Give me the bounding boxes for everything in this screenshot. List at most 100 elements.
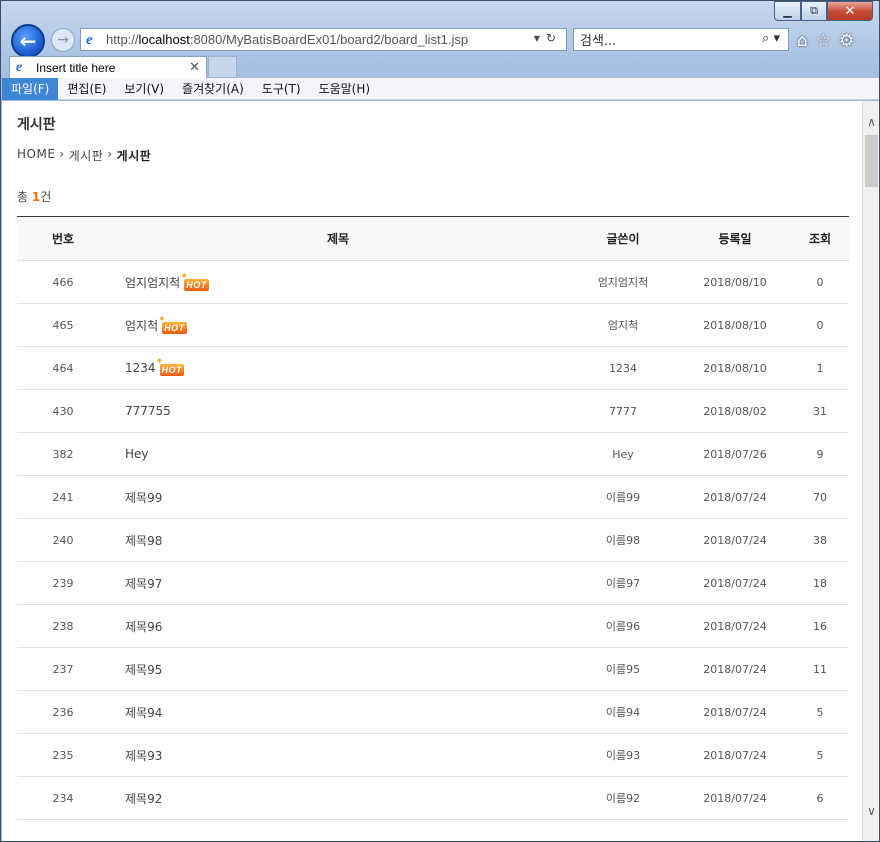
row-subject-link[interactable]: 제목95 [125,663,162,677]
menu-view[interactable]: 보기(V) [115,78,173,100]
row-writer-cell: Hey [567,432,679,476]
row-hits: 9 [816,447,824,461]
ie-logo-icon: e [86,31,93,48]
row-subject-link[interactable]: 1234 [125,361,156,375]
row-subject-link[interactable]: 777755 [125,404,171,418]
row-date-cell: 2018/08/10 [679,260,791,304]
row-number: 464 [52,361,74,375]
scroll-down-icon[interactable]: ∨ [863,804,879,821]
table-row[interactable]: 240 제목98 이름98 2018/07/24 38 [17,518,849,562]
row-date-cell: 2018/07/24 [679,518,791,562]
dropdown-icon[interactable]: ▾ [534,31,546,45]
row-subject-link-cell[interactable]: 1234HOT [109,346,567,390]
refresh-icon[interactable]: ↻ [546,31,562,45]
row-date: 2018/07/24 [703,619,767,633]
breadcrumb-board[interactable]: 게시판 [69,147,104,164]
row-subject-link-cell[interactable]: 제목94 [109,690,567,734]
row-date: 2018/07/24 [703,662,767,676]
row-hits-cell: 9 [791,432,849,476]
menu-tools[interactable]: 도구(T) [253,78,310,100]
address-prefix: http:// [106,32,139,47]
row-subject-link[interactable]: Hey [125,447,149,461]
row-date: 2018/07/24 [703,791,767,805]
menu-edit[interactable]: 편집(E) [58,78,115,100]
forward-button[interactable]: → [51,28,75,52]
row-number-cell: 236 [17,690,109,734]
maximize-button[interactable]: ⧉ [801,1,827,21]
table-row[interactable]: 236 제목94 이름94 2018/07/24 5 [17,690,849,734]
row-writer: 이름94 [605,706,641,719]
scroll-thumb[interactable] [865,135,878,187]
address-bar[interactable]: e http://localhost:8080/MyBatisBoardEx01… [80,28,567,51]
row-writer-cell: 이름92 [567,776,679,820]
row-hits-cell: 5 [791,690,849,734]
row-date-cell: 2018/08/02 [679,389,791,433]
table-row[interactable]: 465엄지척HOT엄지척2018/08/100 [17,303,849,347]
scroll-up-icon[interactable]: ∧ [863,115,879,132]
search-input[interactable]: 검색... ⌕ ▾ [573,28,789,51]
row-writer: 이름97 [605,577,641,590]
post-count: 총 1건 [17,188,51,205]
table-row[interactable]: 237 제목95 이름95 2018/07/24 11 [17,647,849,691]
back-button[interactable]: ← [11,24,45,58]
row-subject-link-cell[interactable]: 제목96 [109,604,567,648]
row-subject-link-cell[interactable]: 777755 [109,389,567,433]
row-subject-link[interactable]: 엄지척 [125,319,158,333]
table-row[interactable]: 4641234HOT12342018/08/101 [17,346,849,390]
table-row[interactable]: 234 제목92 이름92 2018/07/24 6 [17,776,849,820]
breadcrumb-current: 게시판 [116,149,152,163]
table-row[interactable]: 241 제목99 이름99 2018/07/24 70 [17,475,849,519]
table-row[interactable]: 238 제목96 이름96 2018/07/24 16 [17,604,849,648]
new-tab-button[interactable] [208,56,237,78]
menu-favorites[interactable]: 즐겨찾기(A) [173,78,253,100]
close-button[interactable]: ✕ [827,1,873,21]
row-subject-link-cell[interactable]: 엄지척HOT [109,303,567,347]
breadcrumb-home[interactable]: HOME [17,147,55,164]
vertical-scrollbar[interactable]: ∧ ∨ [862,101,879,841]
row-number-cell: 466 [17,260,109,304]
row-subject-link-cell[interactable]: 제목95 [109,647,567,691]
row-subject-link-cell[interactable]: 제목92 [109,776,567,820]
row-writer: 이름92 [605,792,641,805]
row-hits: 6 [816,791,824,805]
table-row[interactable]: 239 제목97 이름97 2018/07/24 18 [17,561,849,605]
tab-active[interactable]: e Insert title here ✕ [9,56,207,78]
address-controls: ▾↻ [534,31,562,45]
table-row[interactable]: 466엄지엄지척HOT엄지엄지척2018/08/100 [17,260,849,304]
row-subject-link-cell[interactable]: 제목98 [109,518,567,562]
gear-icon[interactable]: ⚙ [839,31,854,51]
row-date: 2018/08/10 [703,361,767,375]
search-icon[interactable]: ⌕ ▾ [762,31,780,46]
row-subject-link-cell[interactable]: 제목93 [109,733,567,777]
breadcrumb: HOME › 게시판 › 게시판 [17,147,151,164]
home-icon[interactable]: ⌂ [797,31,808,51]
favorites-star-icon[interactable]: ☆ [816,31,831,51]
row-subject-link[interactable]: 제목97 [125,577,162,591]
row-date-cell: 2018/08/10 [679,346,791,390]
row-writer-cell: 1234 [567,346,679,390]
minimize-button[interactable]: ▁ [774,1,801,21]
row-subject-link-cell[interactable]: Hey [109,432,567,476]
hot-badge-icon: HOT [159,315,187,334]
row-subject-link-cell[interactable]: 제목97 [109,561,567,605]
table-header-row: 번호 제목 글쓴이 등록일 조회 [17,216,849,261]
search-placeholder: 검색... [580,34,617,49]
menu-file[interactable]: 파일(F) [2,77,59,100]
table-row[interactable]: 382 Hey Hey 2018/07/26 9 [17,432,849,476]
row-subject-link[interactable]: 제목93 [125,749,162,763]
row-hits: 11 [813,662,827,676]
row-subject-link[interactable]: 제목98 [125,534,162,548]
table-row[interactable]: 430 777755 7777 2018/08/02 31 [17,389,849,433]
row-subject-link-cell[interactable]: 엄지엄지척HOT [109,260,567,304]
row-subject-link[interactable]: 엄지엄지척 [125,276,180,290]
row-number: 240 [52,533,74,547]
row-subject-link[interactable]: 제목99 [125,491,162,505]
menu-help[interactable]: 도움말(H) [310,78,380,100]
table-row[interactable]: 235 제목93 이름93 2018/07/24 5 [17,733,849,777]
row-hits-cell: 70 [791,475,849,519]
row-subject-link-cell[interactable]: 제목99 [109,475,567,519]
row-subject-link[interactable]: 제목92 [125,792,162,806]
tab-close-icon[interactable]: ✕ [189,59,200,75]
row-subject-link[interactable]: 제목96 [125,620,162,634]
row-subject-link[interactable]: 제목94 [125,706,162,720]
